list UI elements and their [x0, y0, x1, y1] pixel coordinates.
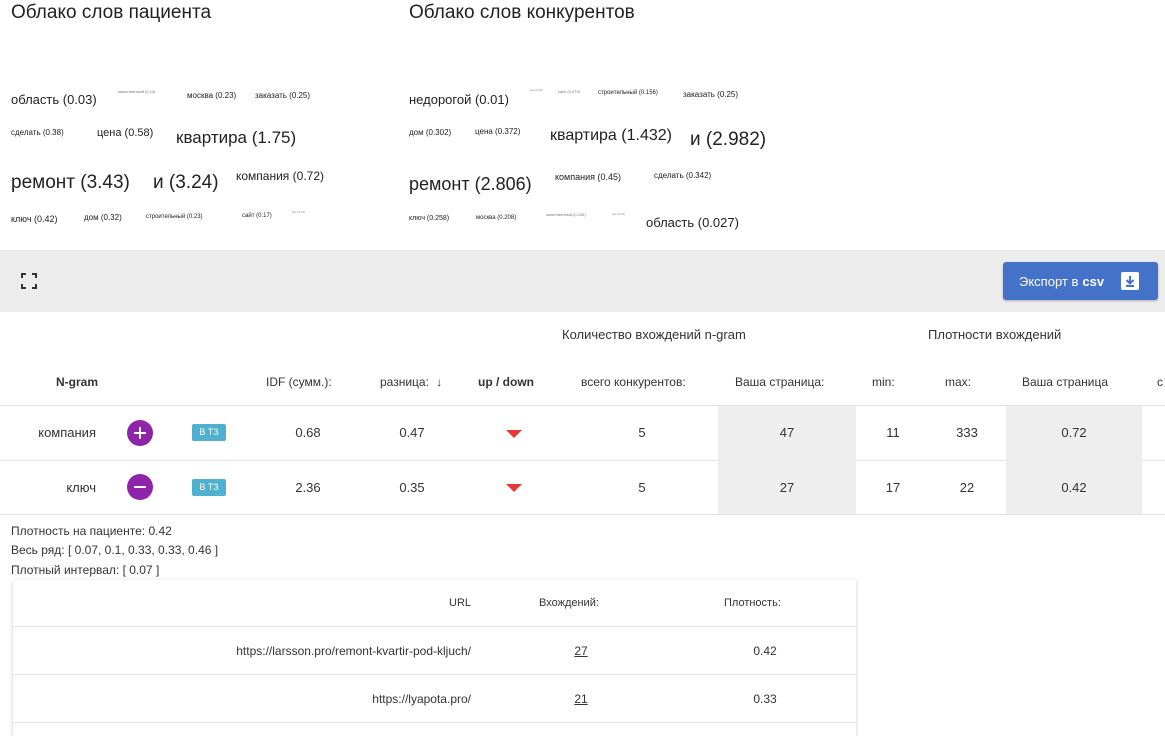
column-header-your-page[interactable]: Ваша страница:: [735, 375, 824, 389]
cloud-word: сайт (0.17): [242, 213, 272, 219]
competitor-cloud-title: Облако слов конкурентов: [409, 2, 635, 23]
cloud-word: заказать (0.25): [683, 90, 739, 99]
page-cell: 27: [779, 480, 795, 495]
idf-cell: 2.36: [295, 480, 321, 495]
min-cell: 11: [886, 425, 900, 440]
column-header-diff[interactable]: разница: ↓: [380, 375, 442, 389]
row-divider: [0, 405, 1165, 406]
occurrences-link[interactable]: 27: [561, 644, 601, 658]
density-cell: 0.42: [1061, 480, 1087, 495]
cloud-word: москва (0.208): [476, 215, 517, 221]
row-divider: [13, 722, 856, 723]
cloud-word: недорогой (0.01): [409, 92, 509, 107]
cloud-word: качественный (0.105): [546, 212, 586, 217]
cloud-word: дом (0.32): [84, 213, 122, 222]
triangle-down-icon: [506, 484, 522, 492]
group-header-density: Плотности вхождений: [928, 327, 1062, 342]
arrow-down-icon: ↓: [436, 375, 443, 389]
row-divider: [0, 460, 1165, 461]
ngram-cell: компания: [38, 425, 96, 440]
cloud-word: low (0.01): [530, 88, 544, 92]
density-cell: 0.42: [753, 644, 777, 658]
max-cell: 333: [956, 425, 978, 440]
cloud-word: low (0.01): [612, 212, 626, 216]
triangle-down-icon: [506, 430, 522, 438]
url-cell: https://larsson.pro/remont-kvartir-pod-k…: [236, 644, 471, 658]
column-header-total-competitors[interactable]: всего конкурентов:: [581, 375, 686, 389]
tz-badge[interactable]: В ТЗ: [192, 479, 226, 496]
cloud-word: ремонт (3.43): [11, 172, 130, 193]
url-column-header[interactable]: URL: [449, 597, 471, 609]
cloud-word: строительный (0.23): [146, 214, 203, 220]
dense-interval-text: Плотный интервал: [ 0.07 ]: [11, 563, 160, 577]
column-header-min[interactable]: min:: [872, 375, 895, 389]
export-label: Экспорт в: [1019, 273, 1079, 289]
full-row-text: Весь ряд: [ 0.07, 0.1, 0.33, 0.33, 0.46 …: [11, 543, 219, 557]
fullscreen-icon[interactable]: [21, 273, 37, 289]
max-cell: 22: [959, 480, 975, 495]
cloud-word: и (2.982): [690, 129, 767, 150]
occurrences-link[interactable]: 21: [561, 692, 601, 706]
patient-density-text: Плотность на пациенте: 0.42: [11, 524, 172, 538]
your-page-column-bg: [718, 406, 856, 514]
total-cell: 5: [638, 425, 646, 440]
column-header-updown[interactable]: up / down: [478, 375, 534, 389]
cloud-word: цена (0.372): [475, 127, 521, 136]
column-header-max[interactable]: max:: [945, 375, 971, 389]
column-header-ngram[interactable]: N-gram: [56, 375, 98, 389]
page-cell: 47: [779, 425, 795, 440]
row-divider: [0, 514, 1165, 515]
column-header-avg[interactable]: с: [1157, 375, 1163, 389]
diff-label: разница:: [380, 375, 429, 389]
export-csv-button[interactable]: Экспорт в csv: [1003, 262, 1158, 300]
diff-cell: 0.47: [399, 425, 425, 440]
diff-cell: 0.35: [399, 480, 425, 495]
minus-icon[interactable]: [127, 474, 153, 500]
tz-badge[interactable]: В ТЗ: [192, 424, 226, 441]
table-toolbar: Экспорт в csv: [0, 250, 1165, 312]
column-header-your-page-density[interactable]: Ваша страница: [1022, 375, 1108, 389]
row-divider: [13, 626, 856, 627]
cloud-word: компания (0.72): [236, 169, 324, 183]
plus-icon[interactable]: [127, 420, 153, 446]
ngram-cell: ключ: [66, 480, 96, 495]
cloud-word: компания (0.45): [555, 172, 621, 182]
min-cell: 17: [885, 480, 901, 495]
your-page-density-column-bg: [1006, 406, 1142, 514]
cloud-word: сайт (0.079): [558, 89, 581, 94]
cloud-word: строительный (0.156): [598, 90, 658, 96]
cloud-word: область (0.027): [646, 215, 739, 230]
column-header-idf[interactable]: IDF (сумм.):: [266, 375, 332, 389]
patient-cloud-title: Облако слов пациента: [11, 2, 212, 23]
cloud-word: сделать (0.38): [11, 128, 64, 137]
cloud-word: квартира (1.432): [550, 127, 672, 144]
cloud-word: и (3.24): [153, 172, 219, 193]
density-cell: 0.33: [753, 692, 777, 706]
occurrences-column-header[interactable]: Вхождений:: [539, 597, 599, 609]
cloud-word: заказать (0.25): [255, 91, 311, 100]
cloud-word: сделать (0.342): [654, 171, 712, 180]
export-format: csv: [1082, 273, 1105, 289]
url-cell: https://lyapota.pro/: [372, 692, 471, 706]
cloud-word: цена (0.58): [97, 127, 154, 139]
cloud-word: качественный (0.13): [118, 89, 156, 94]
cloud-word: ключ (0.42): [11, 214, 58, 224]
download-icon: [1121, 272, 1139, 290]
row-divider: [13, 674, 856, 675]
idf-cell: 0.68: [295, 425, 321, 440]
cloud-word: low (0.01): [292, 210, 306, 214]
url-table: URL Вхождений: Плотность: https://larsso…: [13, 580, 856, 736]
density-column-header[interactable]: Плотность:: [724, 597, 781, 609]
cloud-word: ремонт (2.806): [409, 174, 532, 194]
total-cell: 5: [638, 480, 646, 495]
cloud-word: квартира (1.75): [176, 128, 297, 147]
density-cell: 0.72: [1061, 425, 1087, 440]
cloud-word: ключ (0.258): [409, 215, 450, 222]
cloud-word: москва (0.23): [187, 91, 237, 100]
cloud-word: дом (0.302): [409, 128, 452, 137]
cloud-word: область (0.03): [11, 92, 97, 107]
group-header-occurrences: Количество вхождений n-gram: [562, 327, 746, 342]
